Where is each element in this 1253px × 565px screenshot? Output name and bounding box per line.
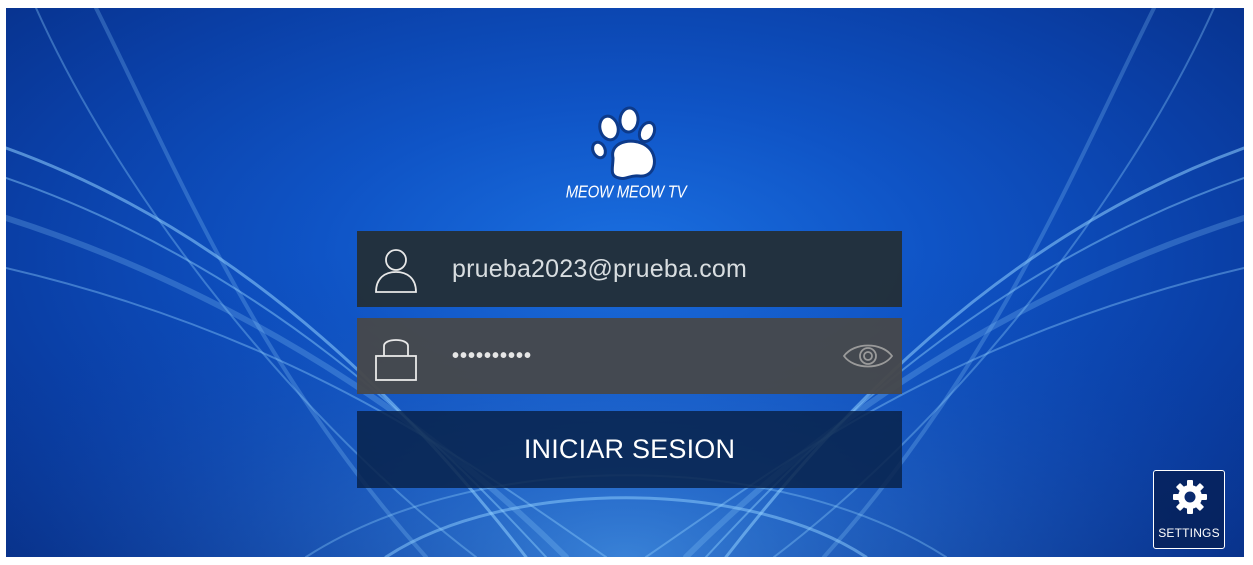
login-button[interactable]: INICIAR SESION (357, 411, 902, 488)
username-input[interactable]: prueba2023@prueba.com (452, 231, 747, 307)
username-field[interactable]: prueba2023@prueba.com (357, 231, 902, 307)
brand-name: MEOW MEOW TV (565, 182, 687, 203)
password-field[interactable]: •••••••••• (357, 318, 902, 394)
eye-icon[interactable] (842, 340, 894, 372)
lock-icon (375, 339, 417, 381)
settings-label: SETTINGS (1158, 526, 1220, 540)
login-screen: MEOW MEOW TV prueba2023@prueba.com •••••… (6, 8, 1244, 557)
gear-icon (1173, 480, 1207, 514)
settings-button[interactable]: SETTINGS (1153, 470, 1225, 549)
password-input[interactable]: •••••••••• (452, 318, 532, 394)
user-icon (375, 249, 417, 293)
